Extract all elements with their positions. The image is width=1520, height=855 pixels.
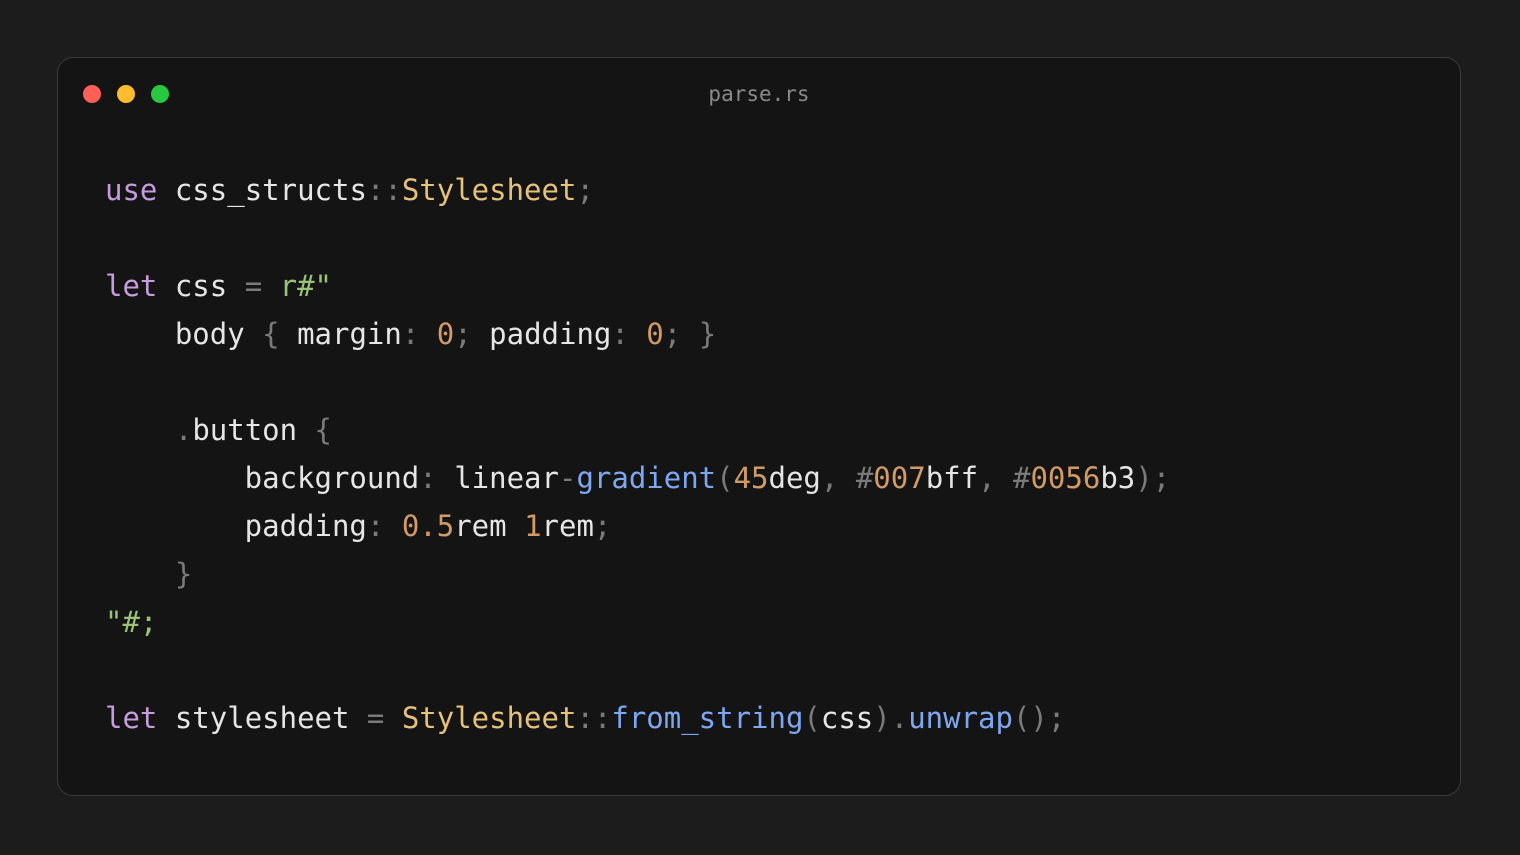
- code-block: use css_structs::Stylesheet; let css = r#…: [105, 166, 1170, 742]
- code-token-text: b3: [1100, 461, 1136, 495]
- window-titlebar: parse.rs: [58, 58, 1460, 134]
- code-token-number: 45: [733, 461, 769, 495]
- code-token-number: 007: [873, 461, 926, 495]
- code-token-punct: :: [611, 317, 629, 351]
- code-token-text: bff: [925, 461, 979, 495]
- code-token-keyword: let: [105, 269, 158, 303]
- code-token-punct: #: [838, 461, 874, 495]
- code-token-punct: ;: [576, 173, 594, 207]
- code-token-text: padding: [471, 317, 612, 351]
- code-token-text: css_structs: [157, 173, 367, 207]
- code-token-punct: :: [419, 461, 437, 495]
- code-line: let stylesheet = Stylesheet::from_string…: [105, 694, 1170, 742]
- file-name-title: parse.rs: [708, 82, 810, 106]
- code-token-punct: -: [558, 461, 577, 495]
- code-token-punct: ::: [366, 173, 402, 207]
- code-token-string: "#;: [105, 605, 158, 639]
- code-token-punct: );: [1135, 461, 1171, 495]
- code-token-text: button: [192, 413, 315, 447]
- code-token-punct: :: [366, 509, 385, 543]
- code-token-punct: ,: [820, 461, 839, 495]
- code-token-text: rem: [541, 509, 594, 543]
- code-token-keyword: let: [105, 701, 158, 735]
- code-token-function: from_string: [611, 701, 804, 735]
- code-token-punct: ;: [454, 317, 472, 351]
- code-token-text: padding: [105, 509, 367, 543]
- code-token-punct: ();: [1012, 701, 1066, 735]
- code-token-text: background: [105, 461, 420, 495]
- code-token-text: margin: [279, 317, 402, 351]
- code-line: use css_structs::Stylesheet;: [105, 166, 1170, 214]
- code-token-punct: #: [995, 461, 1031, 495]
- code-token-punct: =: [244, 269, 263, 303]
- code-token-number: 0: [419, 317, 455, 351]
- code-token-type: Stylesheet: [401, 173, 577, 207]
- code-token-punct: (: [716, 461, 734, 495]
- code-line: "#;: [105, 598, 1170, 646]
- code-token-text: linear: [436, 461, 559, 495]
- code-token-text: deg: [768, 461, 821, 495]
- code-token-number: 0: [628, 317, 664, 351]
- code-token-punct: {: [262, 317, 280, 351]
- code-token-punct: {: [314, 413, 332, 447]
- code-token-function: unwrap: [908, 701, 1013, 735]
- code-line: body { margin: 0; padding: 0; }: [105, 310, 1170, 358]
- code-token-string: r#": [262, 269, 333, 303]
- code-token-keyword: use: [105, 173, 158, 207]
- code-token-punct: (: [803, 701, 821, 735]
- code-line: let css = r#": [105, 262, 1170, 310]
- code-token-number: 1: [506, 509, 542, 543]
- code-line: background: linear-gradient(45deg, #007b…: [105, 454, 1170, 502]
- code-token-punct: }: [681, 317, 717, 351]
- code-token-punct: .: [105, 413, 193, 447]
- code-token-punct: ,: [978, 461, 996, 495]
- code-token-punct: ).: [873, 701, 909, 735]
- code-window: parse.rs use css_structs::Stylesheet; let…: [57, 57, 1461, 796]
- code-token-number: 0.5: [384, 509, 455, 543]
- code-token-text: body: [105, 317, 263, 351]
- code-token-text: stylesheet: [157, 701, 367, 735]
- code-line: padding: 0.5rem 1rem;: [105, 502, 1170, 550]
- code-line: .button {: [105, 406, 1170, 454]
- code-token-function: gradient: [576, 461, 717, 495]
- code-token-punct: ;: [593, 509, 612, 543]
- code-token-text: rem: [454, 509, 507, 543]
- code-token-punct: :: [401, 317, 420, 351]
- code-token-punct: }: [105, 557, 193, 591]
- code-token-type: Stylesheet: [384, 701, 577, 735]
- code-token-text: css: [157, 269, 245, 303]
- code-token-punct: ::: [576, 701, 612, 735]
- code-line: }: [105, 550, 1170, 598]
- code-token-number: 0056: [1030, 461, 1101, 495]
- code-token-text: css: [820, 701, 874, 735]
- code-token-punct: ;: [663, 317, 682, 351]
- code-token-punct: =: [366, 701, 385, 735]
